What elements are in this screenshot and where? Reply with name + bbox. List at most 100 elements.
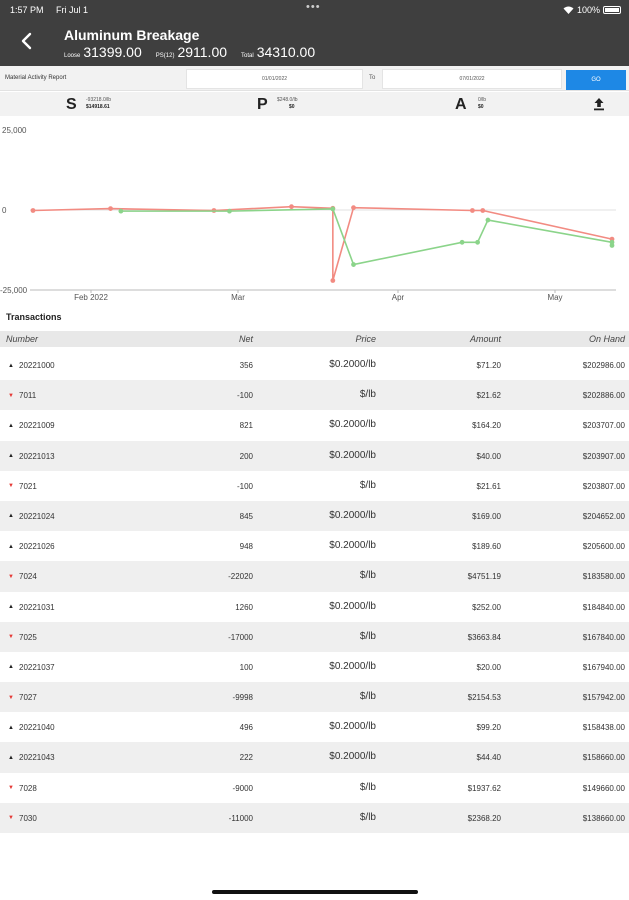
y-tick-label: 0 xyxy=(2,206,7,215)
summary-s-value: $14918.61 xyxy=(86,104,110,110)
cell-net: -11000 xyxy=(228,813,253,823)
cell-number: ▲ 20221013 xyxy=(8,451,55,461)
cell-net: 1260 xyxy=(235,602,253,612)
table-row[interactable]: ▼ 7011 -100 $/lb $21.62 $202886.00 xyxy=(0,380,629,411)
table-row[interactable]: ▲ 20221024 845 $0.2000/lb $169.00 $204652.00 xyxy=(0,500,629,532)
home-indicator[interactable] xyxy=(212,890,418,894)
cell-onhand: $202986.00 xyxy=(582,361,625,370)
table-row[interactable]: ▼ 7027 -9998 $/lb $2154.53 $157942.00 xyxy=(0,682,629,713)
table-header: Number Net Price Amount On Hand xyxy=(0,331,629,347)
data-point[interactable] xyxy=(108,206,113,211)
cell-net: -17000 xyxy=(228,632,253,642)
data-point[interactable] xyxy=(609,243,615,248)
data-point[interactable] xyxy=(470,208,475,213)
summary-a-rate: 0/lb xyxy=(478,97,487,103)
series-line xyxy=(32,205,613,281)
table-row[interactable]: ▲ 20221040 496 $0.2000/lb $99.20 $158438.00 xyxy=(0,712,629,742)
table-row[interactable]: ▲ 20221000 356 $0.2000/lb $71.20 $202986.00 xyxy=(0,350,629,380)
col-price[interactable]: Price xyxy=(355,334,376,344)
summary-a-letter: A xyxy=(455,96,467,113)
cell-amount: $169.00 xyxy=(472,511,501,521)
cell-net: -22020 xyxy=(228,572,253,582)
status-bar: 1:57 PM Fri Jul 1 ••• 100% xyxy=(0,0,629,18)
cell-price: $/lb xyxy=(359,691,376,703)
table-row[interactable]: ▲ 20221013 200 $0.2000/lb $40.00 $203907.00 xyxy=(0,440,629,471)
data-point[interactable] xyxy=(330,206,336,212)
summary-p-value: $0 xyxy=(289,104,295,110)
data-point[interactable] xyxy=(475,239,480,245)
arrow-up-icon: ▲ xyxy=(8,724,14,731)
col-number[interactable]: Number xyxy=(6,334,38,344)
cell-net: -100 xyxy=(236,391,253,401)
cell-price: $0.2000/lb xyxy=(329,600,376,612)
cell-onhand: $167840.00 xyxy=(582,632,625,642)
cell-onhand: $167940.00 xyxy=(582,662,625,672)
cell-amount: $99.20 xyxy=(476,723,501,733)
data-point[interactable] xyxy=(30,208,36,213)
table-row[interactable]: ▼ 7025 -17000 $/lb $3663.84 $167840.00 xyxy=(0,621,629,652)
cell-onhand: $183580.00 xyxy=(582,572,625,582)
cell-number: ▼ 7021 xyxy=(8,481,37,491)
cell-number: ▲ 20221040 xyxy=(8,723,55,733)
col-amount[interactable]: Amount xyxy=(470,334,501,344)
table-row[interactable]: ▼ 7028 -9000 $/lb $1937.62 $149660.00 xyxy=(0,773,629,803)
cell-price: $0.2000/lb xyxy=(329,509,376,521)
table-row[interactable]: ▲ 20221037 100 $0.2000/lb $20.00 $167940.00 xyxy=(0,652,629,682)
series-line xyxy=(120,208,613,266)
cell-amount: $2154.53 xyxy=(467,693,501,703)
upload-icon[interactable] xyxy=(592,97,606,111)
cell-amount: $40.00 xyxy=(476,451,501,461)
total-ps: PS(12) 2911.00 xyxy=(155,44,228,60)
data-point[interactable] xyxy=(330,278,336,283)
table-row[interactable]: ▲ 20221009 821 $0.2000/lb $164.20 $203707.00 xyxy=(0,410,629,440)
arrow-down-icon: ▼ xyxy=(8,573,14,580)
page-title: Aluminum Breakage xyxy=(64,27,200,43)
table-row[interactable]: ▼ 7024 -22020 $/lb $4751.19 $183580.00 xyxy=(0,561,629,592)
cell-onhand: $203707.00 xyxy=(582,421,625,431)
data-point[interactable] xyxy=(351,262,356,267)
cell-onhand: $204652.00 xyxy=(582,511,625,521)
x-tick-label: Feb 2022 xyxy=(74,293,108,302)
to-date-field[interactable]: 07/01/2022 xyxy=(382,69,562,89)
data-point[interactable] xyxy=(289,204,294,210)
multitask-dots[interactable]: ••• xyxy=(306,1,321,13)
cell-amount: $44.40 xyxy=(476,753,501,763)
cell-number: ▲ 20221031 xyxy=(8,602,55,612)
data-point[interactable] xyxy=(118,208,124,214)
go-button[interactable]: GO xyxy=(566,70,626,90)
cell-net: 222 xyxy=(239,753,253,763)
data-point[interactable] xyxy=(480,208,486,213)
cell-number: ▼ 7025 xyxy=(8,632,37,642)
cell-onhand: $202886.00 xyxy=(582,391,625,401)
table-row[interactable]: ▲ 20221026 948 $0.2000/lb $189.60 $205600.00 xyxy=(0,531,629,561)
cell-price: $0.2000/lb xyxy=(329,660,376,672)
total-all: Total 34310.00 xyxy=(241,44,316,60)
table-row[interactable]: ▼ 7021 -100 $/lb $21.61 $203807.00 xyxy=(0,471,629,501)
cell-amount: $2368.20 xyxy=(467,813,501,823)
data-point[interactable] xyxy=(351,205,356,211)
data-point[interactable] xyxy=(485,217,491,223)
table-row[interactable]: ▲ 20221043 222 $0.2000/lb $44.40 $158660.00 xyxy=(0,742,629,773)
cell-onhand: $138660.00 xyxy=(582,813,625,823)
cell-onhand: $203807.00 xyxy=(582,481,625,491)
back-arrow-icon[interactable] xyxy=(16,30,38,52)
summary-s-rate: -93218.0/lb xyxy=(86,97,112,103)
cell-price: $/lb xyxy=(359,389,376,401)
table-row[interactable]: ▼ 7030 -11000 $/lb $2368.20 $138660.00 xyxy=(0,802,629,833)
y-tick-label: -25,000 xyxy=(0,286,28,295)
activity-chart: 25,000 0 -25,000 Feb 2022 Mar Apr May xyxy=(0,126,616,302)
cell-price: $/lb xyxy=(359,479,376,491)
cell-price: $0.2000/lb xyxy=(329,721,376,733)
data-point[interactable] xyxy=(227,208,232,214)
table-row[interactable]: ▲ 20221031 1260 $0.2000/lb $252.00 $184840.00 xyxy=(0,592,629,622)
data-point[interactable] xyxy=(459,239,465,245)
arrow-down-icon: ▼ xyxy=(8,634,14,641)
cell-net: 845 xyxy=(239,511,253,521)
col-net[interactable]: Net xyxy=(239,334,253,344)
col-onhand[interactable]: On Hand xyxy=(589,334,625,344)
cell-net: 356 xyxy=(239,361,253,370)
from-date-field[interactable]: 01/01/2022 xyxy=(186,69,363,89)
cell-number: ▲ 20221026 xyxy=(8,542,55,552)
cell-number: ▼ 7027 xyxy=(8,693,37,703)
cell-price: $0.2000/lb xyxy=(329,419,376,431)
